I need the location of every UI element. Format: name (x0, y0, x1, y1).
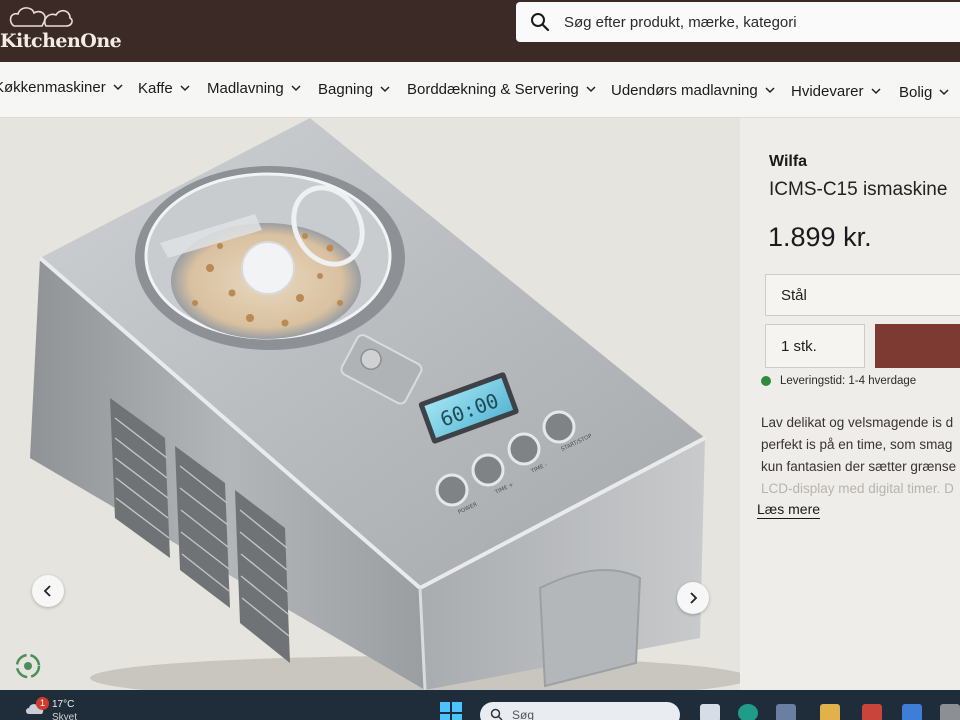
description-line: Lav delikat og velsmagende is d (761, 415, 954, 430)
category-nav: Køkkenmaskiner Kaffe Madlavning Bagning … (0, 62, 960, 118)
delivery-status: Leveringstid: 1-4 hverdage (761, 375, 916, 387)
in-stock-dot-icon (761, 376, 771, 386)
taskbar-search[interactable]: Søg (480, 702, 680, 720)
site-logo[interactable]: KitchenOne (0, 4, 122, 56)
nav-item-label: Bagning (318, 81, 374, 98)
search-icon (490, 708, 503, 720)
nav-item-madlavning[interactable]: Madlavning (207, 80, 301, 97)
chevron-down-icon (586, 86, 596, 93)
nav-item-koekkenmaskiner[interactable]: Køkkenmaskiner (0, 79, 123, 96)
delivery-text: Leveringstid: 1-4 hverdage (780, 375, 917, 387)
nav-item-udendoers[interactable]: Udendørs madlavning (611, 82, 775, 99)
chevron-down-icon (765, 87, 775, 94)
search-placeholder: Søg efter produkt, mærke, kategori (564, 14, 797, 31)
taskbar-app-files-icon[interactable] (700, 704, 720, 720)
taskbar-app-edge-icon[interactable] (738, 704, 758, 720)
chevron-down-icon (180, 85, 190, 92)
nav-item-label: Udendørs madlavning (611, 82, 758, 99)
quantity-value: 1 stk. (781, 338, 817, 355)
taskbar-app-icon[interactable] (940, 704, 960, 720)
variant-value: Stål (781, 287, 807, 304)
search-icon (531, 13, 550, 32)
logo-text: KitchenOne (0, 30, 122, 52)
nav-item-kaffe[interactable]: Kaffe (138, 80, 190, 97)
os-taskbar: 1 17°C Skyet Søg (0, 690, 960, 720)
taskbar-app-icon[interactable] (862, 704, 882, 720)
product-brand[interactable]: Wilfa (769, 153, 807, 171)
nav-item-bolig[interactable]: Bolig (899, 84, 949, 101)
notification-badge: 1 (36, 697, 49, 710)
chevron-down-icon (291, 85, 301, 92)
weather-temperature: 17°C (52, 699, 75, 710)
variant-select[interactable]: Stål (765, 274, 960, 316)
taskbar-search-placeholder: Søg (512, 708, 535, 720)
nav-item-label: Borddækning & Servering (407, 81, 579, 98)
weather-condition: Skyet (52, 712, 78, 720)
taskbar-app-folder-icon[interactable] (820, 704, 840, 720)
product-title: ICMS-C15 ismaskine (769, 179, 948, 200)
nav-item-label: Bolig (899, 84, 933, 101)
taskbar-app-icon[interactable] (776, 704, 796, 720)
chevron-down-icon (871, 88, 881, 95)
description-line: kun fantasien der sætter grænse (761, 459, 957, 474)
chevron-left-icon (43, 585, 51, 597)
taskbar-app-store-icon[interactable] (902, 704, 922, 720)
nav-item-label: Madlavning (207, 80, 284, 97)
chevron-right-icon (690, 592, 698, 604)
site-header: KitchenOne Søg efter produkt, mærke, kat… (0, 0, 960, 62)
add-to-cart-button[interactable] (875, 324, 960, 368)
recycle-icon (15, 653, 41, 679)
read-more-link[interactable]: Læs mere (757, 501, 821, 519)
product-description: Lav delikat og velsmagende is d perfekt … (761, 412, 960, 500)
nav-item-label: Køkkenmaskiner (0, 79, 106, 96)
windows-start-icon[interactable] (440, 702, 462, 720)
gallery-prev-button[interactable] (32, 575, 64, 607)
chevron-down-icon (113, 84, 123, 91)
nav-item-label: Hvidevarer (791, 83, 864, 100)
search-input[interactable]: Søg efter produkt, mærke, kategori (516, 2, 960, 42)
quantity-input[interactable]: 1 stk. (765, 324, 865, 368)
gallery-next-button[interactable] (677, 582, 709, 614)
ice-cream-machine-image: 60:00 POWER TIME + TIME - START/STOP (0, 118, 740, 690)
nav-item-hvidevarer[interactable]: Hvidevarer (791, 83, 881, 100)
chevron-down-icon (939, 89, 949, 96)
product-price: 1.899 kr. (768, 222, 872, 252)
chevron-down-icon (380, 86, 390, 93)
product-info-panel: Wilfa ICMS-C15 ismaskine 1.899 kr. Stål … (740, 118, 960, 690)
chef-hat-logo-icon (9, 7, 73, 27)
description-line: LCD-display med digital timer. D (761, 481, 954, 496)
product-gallery: 60:00 POWER TIME + TIME - START/STOP (0, 118, 740, 690)
description-line: perfekt is på en time, som smag (761, 437, 953, 452)
nav-item-bagning[interactable]: Bagning (318, 81, 390, 98)
nav-item-borddaekning[interactable]: Borddækning & Servering (407, 81, 596, 98)
nav-item-label: Kaffe (138, 80, 173, 97)
